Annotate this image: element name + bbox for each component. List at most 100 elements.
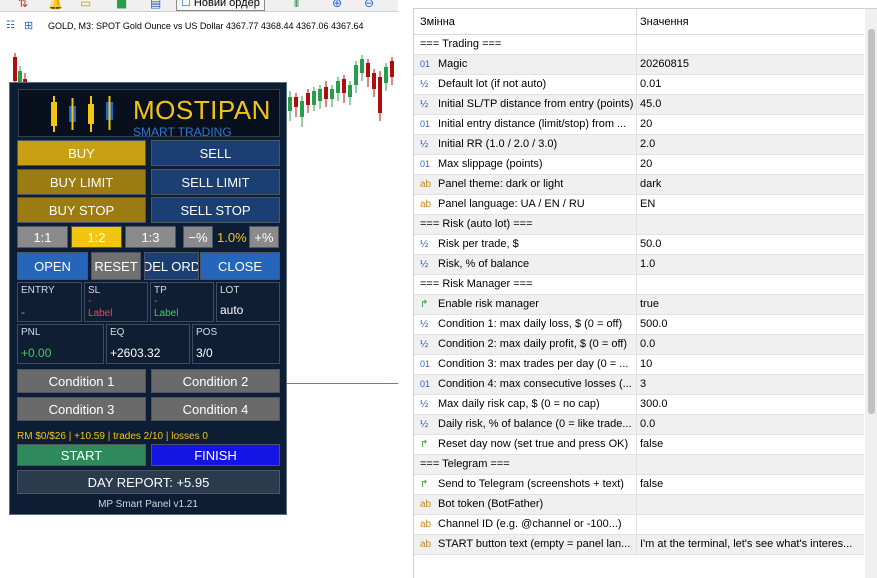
param-value[interactable]: 500.0 [636, 315, 864, 334]
one-click-trading-icon[interactable]: ⊞ [24, 19, 33, 32]
param-value[interactable]: dark [636, 175, 864, 194]
param-value[interactable] [636, 215, 864, 234]
param-value[interactable]: 300.0 [636, 395, 864, 414]
param-row[interactable]: ↱ Enable risk manager true [414, 295, 864, 315]
param-value[interactable] [636, 455, 864, 474]
param-row[interactable]: === Telegram === [414, 455, 864, 475]
column-divider[interactable] [636, 9, 637, 35]
param-value[interactable]: 20 [636, 155, 864, 174]
day-report-button[interactable]: DAY REPORT: +5.95 [17, 470, 280, 494]
param-value[interactable]: true [636, 295, 864, 314]
rr-1-1-button[interactable]: 1:1 [17, 226, 68, 248]
rr-1-2-button[interactable]: 1:2 [71, 226, 122, 248]
param-row[interactable]: === Risk Manager === [414, 275, 864, 295]
param-value[interactable]: 1.0 [636, 255, 864, 274]
param-value[interactable]: I'm at the terminal, let's see what's in… [636, 535, 864, 554]
zoom-out-icon[interactable]: ⊖ [364, 0, 374, 10]
param-row[interactable]: === Risk (auto lot) === [414, 215, 864, 235]
string-type-icon: ab [420, 499, 432, 510]
finish-button[interactable]: FINISH [151, 444, 280, 466]
param-value[interactable]: 45.0 [636, 95, 864, 114]
delete-orders-button[interactable]: DEL ORD [144, 252, 199, 280]
arrows-icon[interactable]: ⇅ [18, 0, 28, 10]
param-row[interactable]: ½ Initial RR (1.0 / 2.0 / 3.0) 2.0 [414, 135, 864, 155]
new-order-button[interactable]: ☐ Новий ордер [176, 0, 265, 11]
param-row[interactable]: 01 Condition 4: max consecutive losses (.… [414, 375, 864, 395]
param-value[interactable] [636, 495, 864, 514]
param-value[interactable]: 20 [636, 115, 864, 134]
param-row[interactable]: ab Bot token (BotFather) [414, 495, 864, 515]
buy-stop-button[interactable]: BUY STOP [17, 197, 146, 223]
param-row[interactable]: ½ Initial SL/TP distance from entry (poin… [414, 95, 864, 115]
zoom-in-icon[interactable]: ⊕ [332, 0, 342, 10]
lot-cell[interactable]: LOT auto [216, 282, 280, 322]
risk-minus-button[interactable]: −% [183, 226, 213, 248]
condition-4-button[interactable]: Condition 4 [151, 397, 280, 421]
param-value[interactable]: 2.0 [636, 135, 864, 154]
alert-icon[interactable]: 🔔 [48, 0, 63, 10]
buy-limit-button[interactable]: BUY LIMIT [17, 169, 146, 195]
inputs-table[interactable]: Змінна Значення === Trading === 01 Magic 20… [413, 8, 877, 578]
param-row[interactable]: ab START button text (empty = panel lan..… [414, 535, 864, 555]
chart-list-icon[interactable]: ☷ [6, 20, 15, 31]
param-row[interactable]: ↱ Send to Telegram (screenshots + text) fa… [414, 475, 864, 495]
param-value[interactable]: 10 [636, 355, 864, 374]
close-button[interactable]: CLOSE [200, 252, 280, 280]
param-row[interactable]: ab Channel ID (e.g. @channel or -100...) [414, 515, 864, 535]
param-row[interactable]: 01 Magic 20260815 [414, 55, 864, 75]
column-header-variable[interactable]: Змінна [420, 16, 455, 28]
buy-button[interactable]: BUY [17, 140, 146, 166]
signal-icon[interactable]: ■ [116, 0, 127, 10]
param-value[interactable]: 0.01 [636, 75, 864, 94]
param-row[interactable]: ab Panel language: UA / EN / RU EN [414, 195, 864, 215]
param-value[interactable]: 0.0 [636, 415, 864, 434]
sell-button[interactable]: SELL [151, 140, 280, 166]
start-button[interactable]: START [17, 444, 146, 466]
param-row[interactable]: ↱ Reset day now (set true and press OK) fa… [414, 435, 864, 455]
param-value[interactable]: 50.0 [636, 235, 864, 254]
param-value[interactable] [636, 275, 864, 294]
param-value[interactable] [636, 35, 864, 54]
param-row[interactable]: ½ Default lot (if not auto) 0.01 [414, 75, 864, 95]
condition-1-button[interactable]: Condition 1 [17, 369, 146, 393]
condition-3-button[interactable]: Condition 3 [17, 397, 146, 421]
sell-stop-button[interactable]: SELL STOP [151, 197, 280, 223]
column-header-value[interactable]: Значення [640, 16, 689, 28]
param-row[interactable]: ½ Daily risk, % of balance (0 = like trad… [414, 415, 864, 435]
lot-value[interactable]: auto [220, 303, 243, 317]
folder-icon[interactable]: ▭ [80, 0, 91, 10]
param-row[interactable]: 01 Max slippage (points) 20 [414, 155, 864, 175]
chart-window[interactable]: ⇅ 🔔 ▭ ■ ▤ ☐ Новий ордер ⫴ ⊕ ⊖ ☷ ⊞ GOLD, … [0, 0, 398, 578]
param-value[interactable]: 20260815 [636, 55, 864, 74]
param-row[interactable]: ½ Max daily risk cap, $ (0 = no cap) 300.0 [414, 395, 864, 415]
risk-manager-status: RM $0/$26 | +10.59 | trades 2/10 | losse… [17, 431, 208, 442]
table-header: Змінна Значення [414, 9, 864, 35]
condition-2-button[interactable]: Condition 2 [151, 369, 280, 393]
param-value[interactable]: 0.0 [636, 335, 864, 354]
param-value[interactable] [636, 515, 864, 534]
list-icon[interactable]: ▤ [150, 0, 161, 10]
rr-1-3-button[interactable]: 1:3 [125, 226, 176, 248]
param-value[interactable]: EN [636, 195, 864, 214]
param-row[interactable]: === Trading === [414, 35, 864, 55]
param-row[interactable]: ½ Risk per trade, $ 50.0 [414, 235, 864, 255]
scrollbar[interactable] [865, 9, 877, 578]
param-name-cell: ½ Max daily risk cap, $ (0 = no cap) [414, 395, 636, 414]
param-name: Magic [438, 58, 468, 70]
param-row[interactable]: ½ Condition 1: max daily loss, $ (0 = off… [414, 315, 864, 335]
param-row[interactable]: 01 Condition 3: max trades per day (0 = .… [414, 355, 864, 375]
param-value[interactable]: false [636, 475, 864, 494]
chart-mode-icon[interactable]: ⫴ [294, 0, 299, 10]
risk-plus-button[interactable]: +% [249, 226, 279, 248]
open-button[interactable]: OPEN [17, 252, 88, 280]
param-value[interactable]: 3 [636, 375, 864, 394]
param-row[interactable]: ab Panel theme: dark or light dark [414, 175, 864, 195]
reset-button[interactable]: RESET [91, 252, 141, 280]
param-value[interactable]: false [636, 435, 864, 454]
param-row[interactable]: 01 Initial entry distance (limit/stop) fr… [414, 115, 864, 135]
param-row[interactable]: ½ Risk, % of balance 1.0 [414, 255, 864, 275]
param-row[interactable]: ½ Condition 2: max daily profit, $ (0 = o… [414, 335, 864, 355]
candles-logo-icon [51, 96, 113, 132]
sell-limit-button[interactable]: SELL LIMIT [151, 169, 280, 195]
scrollbar-thumb[interactable] [868, 29, 875, 414]
